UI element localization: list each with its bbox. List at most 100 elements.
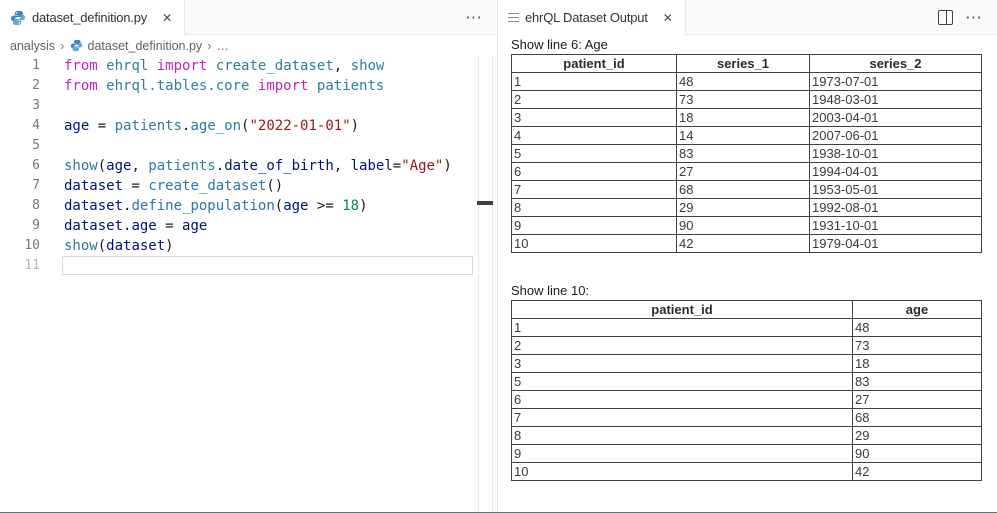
table-header-row: patient_idseries_1series_2 (512, 55, 982, 73)
table-cell: 9 (512, 445, 853, 463)
tab-ehrql-dataset-output[interactable]: ehrQL Dataset Output ✕ (498, 0, 686, 35)
table-cell: 29 (677, 199, 810, 217)
more-actions-icon[interactable]: ⋯ (965, 9, 983, 26)
table-cell: 7 (512, 181, 677, 199)
table-cell: 9 (512, 217, 677, 235)
line-number: 7 (0, 176, 40, 196)
code-line[interactable]: 3 (0, 96, 497, 116)
code-line[interactable]: 5 (0, 136, 497, 156)
table-cell: 10 (512, 235, 677, 253)
table-row: 583 (512, 373, 982, 391)
breadcrumb-symbol-ellipsis[interactable]: … (217, 39, 230, 53)
output-section: Show line 6: Age patient_idseries_1series… (511, 38, 993, 253)
tab-label: dataset_definition.py (32, 10, 147, 25)
table-cell: 83 (677, 145, 810, 163)
code-line[interactable]: 1from ehrql import create_dataset, show (0, 56, 497, 76)
table-cell: 1931-10-01 (810, 217, 982, 235)
code-line[interactable]: 6 show(age, patients.date_of_birth, label… (0, 156, 497, 176)
output-section-title: Show line 6: Age (511, 38, 993, 52)
breadcrumb: analysis › dataset_definition.py › … (0, 35, 497, 56)
tab-dataset-definition[interactable]: dataset_definition.py ✕ (0, 0, 185, 35)
table-cell: 18 (853, 355, 982, 373)
python-icon (10, 10, 26, 26)
editor-code: 1from ehrql import create_dataset, show2… (0, 56, 497, 276)
table-cell: 1 (512, 319, 853, 337)
table-cell: 48 (677, 73, 810, 91)
table-header-cell: series_1 (677, 55, 810, 73)
line-number: 3 (0, 96, 40, 116)
table-cell: 2003-04-01 (810, 109, 982, 127)
code-text: dataset.age = age (64, 216, 207, 236)
table-row: 6271994-04-01 (512, 163, 982, 181)
table-row: 9901931-10-01 (512, 217, 982, 235)
overview-ruler-cursor-mark (477, 201, 493, 205)
editor-tabbar: dataset_definition.py ✕ ⋯ (0, 0, 497, 35)
output-section-title: Show line 10: (511, 284, 993, 298)
vscode-window: dataset_definition.py ✕ ⋯ analysis › dat… (0, 0, 997, 513)
table-cell: 27 (677, 163, 810, 181)
more-actions-icon[interactable]: ⋯ (465, 9, 483, 26)
line-number: 4 (0, 116, 40, 136)
overview-ruler[interactable] (492, 56, 493, 513)
table-cell: 83 (853, 373, 982, 391)
table-cell: 68 (853, 409, 982, 427)
output-tab-actions: ⋯ (938, 0, 997, 34)
panel-sash[interactable] (496, 0, 498, 513)
code-text: from ehrql import create_dataset, show (64, 56, 384, 76)
line-number: 8 (0, 196, 40, 216)
table-cell: 1 (512, 73, 677, 91)
code-text: show(age, patients.date_of_birth, label=… (64, 156, 452, 176)
code-line[interactable]: 4age = patients.age_on("2022-01-01") (0, 116, 497, 136)
output-table: patient_idseries_1series_21481973-07-012… (511, 54, 982, 253)
table-cell: 29 (853, 427, 982, 445)
table-row: 829 (512, 427, 982, 445)
table-header-cell: patient_id (512, 55, 677, 73)
code-line[interactable]: 10 show(dataset) (0, 236, 497, 256)
breadcrumb-folder[interactable]: analysis (10, 39, 55, 53)
table-cell: 48 (853, 319, 982, 337)
table-row: 1042 (512, 463, 982, 481)
code-line[interactable]: 8 dataset.define_population(age >= 18) (0, 196, 497, 216)
split-editor-icon[interactable] (938, 10, 953, 25)
table-cell: 73 (853, 337, 982, 355)
python-icon (70, 39, 83, 52)
table-row: 627 (512, 391, 982, 409)
code-line[interactable]: 2from ehrql.tables.core import patients (0, 76, 497, 96)
breadcrumb-file[interactable]: dataset_definition.py (88, 39, 203, 53)
output-tabbar: ehrQL Dataset Output ✕ ⋯ (498, 0, 997, 35)
output-panel: ehrQL Dataset Output ✕ ⋯ Show line 6: Ag… (497, 0, 997, 513)
table-cell: 90 (853, 445, 982, 463)
chevron-right-icon: › (60, 38, 64, 53)
table-cell: 5 (512, 373, 853, 391)
table-header-cell: age (853, 301, 982, 319)
table-cell: 1953-05-01 (810, 181, 982, 199)
table-cell: 10 (512, 463, 853, 481)
table-cell: 5 (512, 145, 677, 163)
line-number: 10 (0, 236, 40, 256)
table-header-cell: series_2 (810, 55, 982, 73)
table-cell: 18 (677, 109, 810, 127)
code-line[interactable]: 7dataset = create_dataset() (0, 176, 497, 196)
table-row: 7681953-05-01 (512, 181, 982, 199)
code-line[interactable]: 11 (0, 256, 497, 276)
table-cell: 2007-06-01 (810, 127, 982, 145)
line-number: 6 (0, 156, 40, 176)
line-number: 11 (0, 256, 40, 276)
code-line[interactable]: 9dataset.age = age (0, 216, 497, 236)
table-header-row: patient_idage (512, 301, 982, 319)
code-text: show(dataset) (64, 236, 174, 256)
code-editor[interactable]: 1from ehrql import create_dataset, show2… (0, 56, 497, 513)
code-text: dataset.define_population(age >= 18) (64, 196, 368, 216)
line-number: 2 (0, 76, 40, 96)
table-cell: 14 (677, 127, 810, 145)
table-cell: 73 (677, 91, 810, 109)
table-cell: 68 (677, 181, 810, 199)
table-row: 990 (512, 445, 982, 463)
overview-ruler[interactable] (478, 56, 479, 513)
table-cell: 6 (512, 391, 853, 409)
table-cell: 4 (512, 127, 677, 145)
close-icon[interactable]: ✕ (160, 11, 174, 25)
table-row: 273 (512, 337, 982, 355)
close-icon[interactable]: ✕ (661, 11, 675, 25)
table-row: 10421979-04-01 (512, 235, 982, 253)
